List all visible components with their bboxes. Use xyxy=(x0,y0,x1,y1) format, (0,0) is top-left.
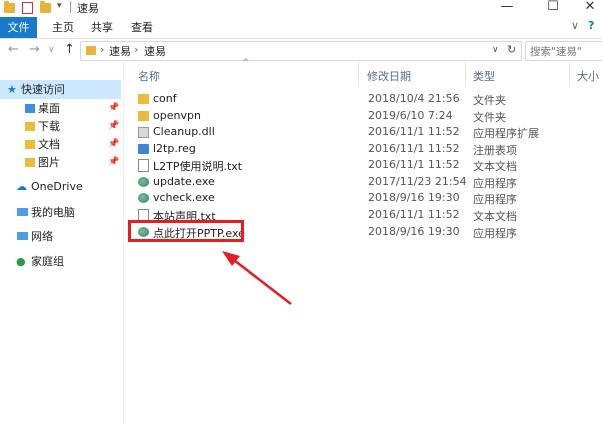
address-dropdown-button[interactable]: ∨ xyxy=(492,45,499,55)
tab-share[interactable]: 共享 xyxy=(91,17,113,38)
folder-icon xyxy=(86,46,96,55)
file-type: 应用程序 xyxy=(473,177,517,190)
file-date: 2017/11/23 21:54 xyxy=(368,175,467,188)
nav-label: 快速访问 xyxy=(21,83,65,96)
up-button[interactable]: ↑ xyxy=(64,42,75,57)
nav-label: 下载 xyxy=(38,120,60,133)
file-type: 文本文档 xyxy=(473,210,517,223)
file-date: 2018/9/16 19:30 xyxy=(368,225,460,238)
properties-icon[interactable] xyxy=(22,2,33,14)
file-date: 2019/6/10 7:24 xyxy=(368,109,453,122)
file-list: ^ 名称 修改日期 类型 大小 conf 2018/10/4 21:56 文件夹… xyxy=(123,58,602,424)
nav-item-quick-access[interactable]: ★ 快速访问 xyxy=(0,80,121,99)
column-divider[interactable] xyxy=(465,62,466,86)
refresh-button[interactable]: ↻ xyxy=(507,43,516,56)
tab-file[interactable]: 文件 xyxy=(0,17,37,38)
window-title: 速易 xyxy=(77,2,99,15)
help-icon[interactable]: ? xyxy=(588,19,594,32)
download-icon xyxy=(25,122,35,131)
nav-item-this-pc[interactable]: 我的电脑 xyxy=(0,203,121,222)
desktop-icon xyxy=(25,104,35,113)
breadcrumb-item-parent[interactable]: 速易 xyxy=(109,43,131,59)
computer-icon xyxy=(17,208,28,216)
pin-icon: 📌 xyxy=(108,139,120,149)
file-date: 2016/11/1 11:52 xyxy=(368,208,460,221)
nav-label: 图片 xyxy=(38,156,60,169)
back-button[interactable]: ← xyxy=(8,42,19,57)
file-date: 2018/10/4 21:56 xyxy=(368,92,460,105)
file-type: 应用程序扩展 xyxy=(473,127,539,140)
breadcrumb-separator: › xyxy=(100,43,105,56)
nav-item-downloads[interactable]: 下载 📌 xyxy=(0,117,121,136)
breadcrumb-item-current[interactable]: 速易 xyxy=(144,43,166,59)
tab-view[interactable]: 查看 xyxy=(131,17,153,38)
pin-icon: 📌 xyxy=(108,157,120,167)
nav-label: 我的电脑 xyxy=(31,206,75,219)
file-type: 文件夹 xyxy=(473,111,506,124)
search-placeholder: 搜索"速易" xyxy=(530,46,582,58)
maximize-button[interactable]: ☐ xyxy=(533,0,573,16)
column-header-size[interactable]: 大小 xyxy=(577,68,599,84)
column-header-type[interactable]: 类型 xyxy=(473,68,495,84)
address-bar[interactable]: › 速易 › 速易 ∨ ↻ xyxy=(80,41,522,61)
nav-item-pictures[interactable]: 图片 📌 xyxy=(0,153,121,172)
ribbon: 文件 主页 共享 查看 ∨ ? xyxy=(0,16,602,39)
column-header-modified[interactable]: 修改日期 xyxy=(367,68,411,84)
tab-home[interactable]: 主页 xyxy=(52,17,74,38)
cloud-icon: ☁ xyxy=(16,180,27,193)
file-date: 2016/11/1 11:52 xyxy=(368,125,460,138)
star-icon: ★ xyxy=(7,83,17,96)
pin-icon: 📌 xyxy=(108,121,120,131)
file-type: 应用程序 xyxy=(473,193,517,206)
customize-quick-access-icon[interactable]: ▾ xyxy=(57,1,68,11)
homegroup-icon: ● xyxy=(16,255,26,268)
nav-label: 文档 xyxy=(38,138,60,151)
pin-icon: 📌 xyxy=(108,103,120,113)
close-button[interactable]: ✕ xyxy=(570,0,602,16)
navigation-pane: ★ 快速访问 桌面 📌 下载 📌 文档 📌 图片 📌 ☁ OneDrive 我的… xyxy=(0,62,123,424)
nav-item-network[interactable]: 网络 xyxy=(0,227,121,246)
recent-locations-button[interactable]: ∨ xyxy=(48,45,55,55)
search-input[interactable]: 搜索"速易" xyxy=(525,41,602,61)
breadcrumb-separator: › xyxy=(134,43,139,56)
file-type: 文件夹 xyxy=(473,94,506,107)
network-icon xyxy=(17,232,28,240)
annotation-arrow xyxy=(222,251,292,305)
nav-label: 网络 xyxy=(31,230,53,243)
file-type: 文本文档 xyxy=(473,160,517,173)
forward-button[interactable]: → xyxy=(29,42,40,57)
file-date: 2016/11/1 11:52 xyxy=(368,158,460,171)
document-icon xyxy=(25,140,35,149)
folder-icon xyxy=(4,1,15,13)
new-folder-icon[interactable] xyxy=(40,1,51,13)
picture-icon xyxy=(25,158,35,167)
nav-label: OneDrive xyxy=(31,180,83,193)
title-bar: ▾ 速易 — ☐ ✕ xyxy=(0,0,602,16)
file-date: 2016/11/1 11:52 xyxy=(368,142,460,155)
nav-item-documents[interactable]: 文档 📌 xyxy=(0,135,121,154)
nav-item-onedrive[interactable]: ☁ OneDrive xyxy=(0,177,121,196)
nav-label: 家庭组 xyxy=(31,255,64,268)
column-divider[interactable] xyxy=(358,62,359,86)
expand-ribbon-icon[interactable]: ∨ xyxy=(571,19,579,32)
minimize-button[interactable]: — xyxy=(487,0,527,16)
file-date: 2018/9/16 19:30 xyxy=(368,191,460,204)
address-row: ← → ∨ ↑ › 速易 › 速易 ∨ ↻ 搜索"速易" xyxy=(0,38,602,62)
title-separator xyxy=(70,1,71,13)
nav-label: 桌面 xyxy=(38,102,60,115)
column-divider[interactable] xyxy=(569,62,570,86)
file-type: 应用程序 xyxy=(473,227,517,240)
nav-item-homegroup[interactable]: ● 家庭组 xyxy=(0,252,121,271)
nav-item-desktop[interactable]: 桌面 📌 xyxy=(0,99,121,118)
file-type: 注册表项 xyxy=(473,144,517,157)
